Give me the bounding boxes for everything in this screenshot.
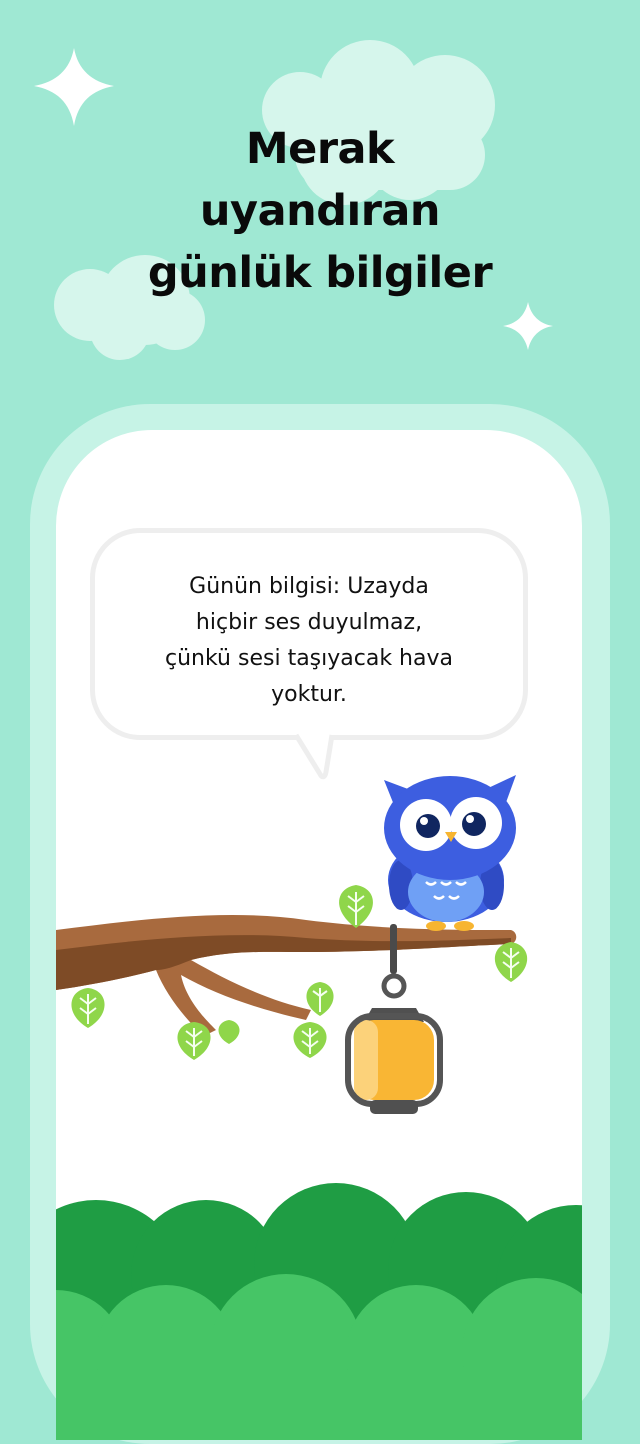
sparkle-icon — [503, 302, 553, 350]
page-title: Merak uyandıran günlük bilgiler — [0, 118, 640, 304]
leaf-icon — [339, 885, 373, 928]
fact-text: Günün bilgisi: Uzayda hiçbir ses duyulma… — [95, 569, 523, 713]
bushes-illustration — [56, 1183, 582, 1440]
leaf-icon — [218, 1020, 240, 1044]
phone-screen: Günün bilgisi: Uzayda hiçbir ses duyulma… — [56, 430, 582, 1440]
fact-line: Günün bilgisi: Uzayda — [189, 574, 429, 599]
fact-speech-bubble: Günün bilgisi: Uzayda hiçbir ses duyulma… — [90, 528, 528, 740]
owl-mascot — [384, 775, 516, 931]
sparkle-icon — [34, 48, 114, 126]
title-line: günlük bilgiler — [147, 248, 493, 298]
lantern-icon — [345, 924, 443, 1114]
title-line: Merak — [245, 124, 395, 174]
bubble-tail — [293, 732, 335, 780]
fact-line: yoktur. — [271, 682, 347, 707]
leaf-icon — [494, 942, 528, 982]
branch-illustration — [56, 914, 517, 1036]
fact-line: çünkü sesi taşıyacak hava — [165, 646, 453, 671]
fact-line: hiçbir ses duyulmaz, — [195, 610, 423, 635]
leaf-icon — [71, 988, 105, 1028]
title-line: uyandıran — [199, 186, 441, 236]
leaf-icon — [293, 1022, 327, 1058]
leaf-icon — [177, 1022, 211, 1060]
